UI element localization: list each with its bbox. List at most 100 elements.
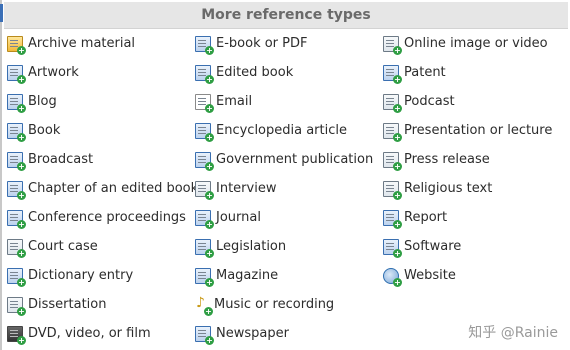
watermark: 知乎 @Rainie — [468, 325, 558, 341]
ref-type-label: Report — [404, 210, 448, 225]
music-icon: ♪ + — [196, 294, 213, 316]
legislation-icon: + — [195, 238, 214, 258]
ref-type-label: Encyclopedia article — [216, 123, 347, 138]
ref-type-dictionary-entry[interactable]: + Dictionary entry — [4, 261, 192, 290]
ref-type-label: Book — [28, 123, 61, 138]
ref-type-blog[interactable]: + Blog — [4, 87, 192, 116]
ref-type-label: Website — [404, 268, 456, 283]
ref-type-label: Broadcast — [28, 152, 94, 167]
ref-type-online-image-or-video[interactable]: + Online image or video — [380, 29, 568, 58]
panel-header: More reference types — [4, 2, 568, 29]
ref-type-book[interactable]: + Book — [4, 116, 192, 145]
patent-icon: + — [383, 64, 402, 84]
ref-type-chapter-of-an-edited-book[interactable]: + Chapter of an edited book — [4, 174, 198, 203]
panel-title: More reference types — [201, 7, 371, 23]
left-border — [0, 0, 2, 350]
government-icon: + — [195, 151, 214, 171]
ref-type-label: Legislation — [216, 239, 287, 254]
ref-type-government-publication[interactable]: + Government publication — [192, 145, 380, 174]
ref-type-label: Court case — [28, 239, 98, 254]
ref-type-newspaper[interactable]: + Newspaper — [192, 319, 380, 348]
ref-type-label: Email — [216, 94, 253, 109]
dictionary-icon: + — [7, 267, 26, 287]
ref-type-report[interactable]: + Report — [380, 203, 568, 232]
reference-types-panel: More reference types + Archive material … — [0, 0, 570, 350]
broadcast-icon: + — [7, 151, 26, 171]
ref-type-label: E-book or PDF — [216, 36, 308, 51]
ref-type-conference-proceedings[interactable]: + Conference proceedings — [4, 203, 192, 232]
ref-type-label: Newspaper — [216, 326, 289, 341]
archive-icon: + — [7, 35, 26, 55]
ref-type-interview[interactable]: + Interview — [192, 174, 380, 203]
ref-type-religious-text[interactable]: + Religious text — [380, 174, 568, 203]
presentation-icon: + — [383, 122, 402, 142]
ref-type-label: Archive material — [28, 36, 136, 51]
ref-type-label: Podcast — [404, 94, 455, 109]
email-icon: + — [195, 93, 214, 113]
ref-type-label: Software — [404, 239, 462, 254]
ref-type-dissertation[interactable]: + Dissertation — [4, 290, 192, 319]
edited-book-icon: + — [195, 64, 214, 84]
ref-type-journal[interactable]: + Journal — [192, 203, 380, 232]
ref-type-label: Dictionary entry — [28, 268, 134, 283]
ref-type-encyclopedia-article[interactable]: + Encyclopedia article — [192, 116, 380, 145]
reference-type-columns: + Archive material + Artwork + Blog + Bo… — [4, 29, 568, 348]
ref-type-magazine[interactable]: + Magazine — [192, 261, 380, 290]
online-image-icon: + — [383, 35, 402, 55]
globe-icon: + — [383, 267, 402, 287]
selection-marker — [0, 4, 3, 22]
press-release-icon: + — [383, 151, 402, 171]
report-icon: + — [383, 209, 402, 229]
newspaper-icon: + — [195, 325, 214, 345]
ref-type-edited-book[interactable]: + Edited book — [192, 58, 380, 87]
ref-type-legislation[interactable]: + Legislation — [192, 232, 380, 261]
ref-type-label: Blog — [28, 94, 57, 109]
ref-type-broadcast[interactable]: + Broadcast — [4, 145, 192, 174]
ref-type-presentation-or-lecture[interactable]: + Presentation or lecture — [380, 116, 568, 145]
magazine-icon: + — [195, 267, 214, 287]
column-1: + Archive material + Artwork + Blog + Bo… — [4, 29, 198, 348]
ref-type-label: Dissertation — [28, 297, 107, 312]
ref-type-archive-material[interactable]: + Archive material — [4, 29, 192, 58]
ref-type-email[interactable]: + Email — [192, 87, 380, 116]
ref-type-label: Presentation or lecture — [404, 123, 553, 138]
ref-type-label: Music or recording — [214, 297, 335, 312]
ref-type-dvd-video-or-film[interactable]: + DVD, video, or film — [4, 319, 192, 348]
ref-type-label: Conference proceedings — [28, 210, 186, 225]
ref-type-artwork[interactable]: + Artwork — [4, 58, 192, 87]
ref-type-music-or-recording[interactable]: ♪ + Music or recording — [192, 290, 380, 319]
ref-type-court-case[interactable]: + Court case — [4, 232, 192, 261]
podcast-icon: + — [383, 93, 402, 113]
ref-type-e-book-or-pdf[interactable]: + E-book or PDF — [192, 29, 380, 58]
ref-type-label: Press release — [404, 152, 490, 167]
ref-type-press-release[interactable]: + Press release — [380, 145, 568, 174]
column-3: + Online image or video + Patent + Podca… — [380, 29, 568, 348]
ebook-icon: + — [195, 35, 214, 55]
ref-type-label: Patent — [404, 65, 446, 80]
journal-icon: + — [195, 209, 214, 229]
artwork-icon: + — [7, 64, 26, 84]
blog-icon: + — [7, 93, 26, 113]
conference-icon: + — [7, 209, 26, 229]
dissertation-icon: + — [7, 296, 26, 316]
encyclopedia-icon: + — [195, 122, 214, 142]
ref-type-label: Online image or video — [404, 36, 548, 51]
ref-type-label: Interview — [216, 181, 277, 196]
ref-type-podcast[interactable]: + Podcast — [380, 87, 568, 116]
ref-type-label: Religious text — [404, 181, 493, 196]
film-icon: + — [7, 325, 26, 345]
column-2: + E-book or PDF + Edited book + Email + … — [192, 29, 380, 348]
ref-type-label: Artwork — [28, 65, 79, 80]
ref-type-label: Journal — [216, 210, 261, 225]
book-icon: + — [7, 122, 26, 142]
ref-type-patent[interactable]: + Patent — [380, 58, 568, 87]
ref-type-label: Edited book — [216, 65, 294, 80]
religious-text-icon: + — [383, 180, 402, 200]
ref-type-software[interactable]: + Software — [380, 232, 568, 261]
ref-type-website[interactable]: + Website — [380, 261, 568, 290]
ref-type-label: Chapter of an edited book — [28, 181, 199, 196]
ref-type-label: Government publication — [216, 152, 374, 167]
interview-icon: + — [195, 180, 214, 200]
chapter-icon: + — [7, 180, 26, 200]
ref-type-label: Magazine — [216, 268, 279, 283]
